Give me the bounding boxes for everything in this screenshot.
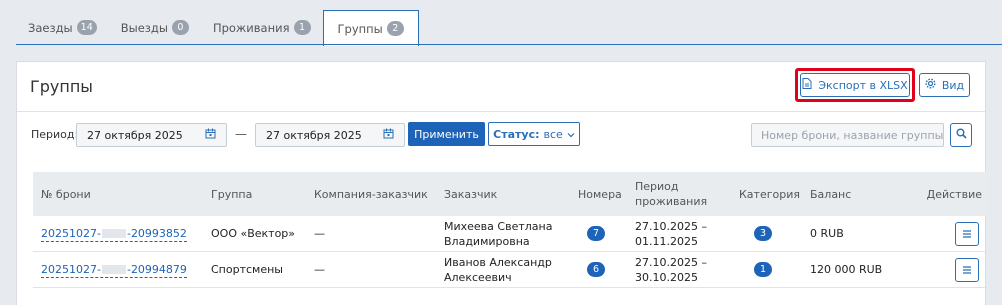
header-balance[interactable]: Баланс	[810, 172, 851, 216]
period-line1: 27.10.2025 –	[635, 219, 707, 233]
tab-groups[interactable]: Группы 2	[322, 10, 419, 46]
date-from-field[interactable]: 27 октября 2025	[76, 123, 227, 147]
tab-stays[interactable]: Проживания 1	[201, 10, 323, 45]
customer-line1: Михеева Светлана	[444, 219, 553, 233]
header-period-line1: Период	[635, 180, 679, 193]
customer-name: Иванов Александр Алексеевич	[444, 252, 552, 287]
menu-icon	[962, 264, 972, 277]
gear-icon	[925, 78, 936, 92]
category-badge: 3	[754, 226, 772, 241]
group-name: Спортсмены	[211, 263, 283, 276]
table-row: 20251027- -20993852 ООО «Вектор» — Михеев…	[33, 216, 987, 252]
redacted-segment	[101, 229, 126, 238]
header-period[interactable]: Период проживания	[635, 172, 707, 216]
tab-departures[interactable]: Выезды 0	[109, 10, 201, 45]
row-menu-button[interactable]	[955, 222, 979, 246]
balance-value: 120 000 RUB	[810, 263, 883, 276]
count-badge: 0	[171, 20, 189, 35]
stay-period: 27.10.2025 – 30.10.2025	[635, 252, 707, 287]
filter-bar: Период: 27 октября 2025 — 27 октября 202…	[17, 122, 985, 148]
tab-divider	[16, 44, 1002, 45]
tab-label: Проживания	[212, 20, 290, 35]
range-dash: —	[235, 127, 247, 141]
file-icon	[802, 78, 812, 92]
company-name: —	[314, 263, 325, 276]
group-name: ООО «Вектор»	[211, 227, 296, 240]
date-to-field[interactable]: 27 октября 2025	[255, 123, 405, 147]
status-dropdown[interactable]: Статус: все	[488, 122, 580, 146]
company-name: —	[314, 227, 325, 240]
row-menu-button[interactable]	[955, 258, 979, 282]
tab-label: Выезды	[120, 20, 168, 35]
header-group[interactable]: Группа	[211, 172, 252, 216]
period-line1: 27.10.2025 –	[635, 255, 707, 269]
search-button[interactable]	[950, 123, 972, 147]
booking-suffix: -20993852	[126, 226, 187, 240]
apply-button[interactable]: Применить	[408, 122, 485, 146]
calendar-icon[interactable]	[205, 128, 216, 142]
booking-prefix: 20251027-	[41, 226, 101, 240]
tab-label: Группы	[337, 21, 383, 36]
date-to-value: 27 октября 2025	[266, 128, 362, 142]
period-line2: 30.10.2025	[635, 270, 698, 284]
redacted-segment	[101, 265, 126, 274]
calendar-icon[interactable]	[383, 128, 394, 142]
category-badge: 1	[754, 262, 772, 277]
rooms-badge: 7	[587, 226, 605, 241]
chevron-down-icon	[567, 128, 575, 141]
category-count: 3	[754, 216, 772, 251]
header-rooms[interactable]: Номера	[578, 172, 622, 216]
customer-line2: Алексеевич	[444, 270, 512, 284]
customer-line2: Владимировна	[444, 234, 530, 248]
count-badge: 14	[76, 20, 97, 35]
customer-line1: Иванов Александр	[444, 255, 552, 269]
period-line2: 01.11.2025	[635, 234, 698, 248]
view-label: Вид	[941, 78, 965, 92]
header-booking[interactable]: № брони	[41, 172, 91, 216]
balance-value: 0 RUB	[810, 227, 844, 240]
status-label: Статус:	[493, 127, 540, 141]
stay-period: 27.10.2025 – 01.11.2025	[635, 216, 707, 251]
view-button[interactable]: Вид	[919, 73, 970, 97]
period-label: Период:	[31, 128, 79, 141]
header-category[interactable]: Категория	[739, 172, 800, 216]
search-icon	[956, 128, 967, 142]
status-value: все	[543, 127, 563, 141]
menu-icon	[962, 228, 972, 241]
header-period-line2: проживания	[635, 195, 708, 208]
booking-number[interactable]: 20251027- -20993852	[41, 226, 187, 242]
tab-arrivals[interactable]: Заезды 14	[16, 10, 109, 45]
tab-label: Заезды	[28, 20, 73, 35]
booking-number[interactable]: 20251027- -20994879	[41, 262, 187, 278]
table-row: 20251027- -20994879 Спортсмены — Иванов А…	[33, 252, 987, 288]
header-customer[interactable]: Заказчик	[444, 172, 497, 216]
count-badge: 2	[386, 21, 404, 36]
rooms-badge: 6	[587, 262, 605, 277]
rooms-count: 6	[587, 252, 605, 287]
rooms-count: 7	[587, 216, 605, 251]
table-header: № брони Группа Компания-заказчик Заказчи…	[33, 172, 987, 216]
header-company[interactable]: Компания-заказчик	[314, 172, 428, 216]
header-action: Действие	[926, 187, 982, 201]
date-from-value: 27 октября 2025	[87, 128, 183, 142]
booking-suffix: -20994879	[126, 262, 187, 276]
booking-prefix: 20251027-	[41, 262, 101, 276]
groups-table: № брони Группа Компания-заказчик Заказчи…	[33, 172, 987, 288]
groups-panel: Группы Экспорт в XLSX Вид Период: 27 окт…	[16, 61, 987, 305]
booking-number-link[interactable]: 20251027- -20994879	[41, 252, 187, 287]
count-badge: 1	[293, 20, 311, 35]
booking-number-link[interactable]: 20251027- -20993852	[41, 216, 187, 251]
tab-bar: Заезды 14 Выезды 0 Проживания 1 Группы 2	[16, 10, 1002, 46]
search-input[interactable]: Номер брони, название группы, з	[751, 123, 944, 147]
panel-header: Группы Экспорт в XLSX Вид	[17, 62, 985, 112]
category-count: 1	[754, 252, 772, 287]
customer-name: Михеева Светлана Владимировна	[444, 216, 552, 251]
page-title: Группы	[30, 77, 93, 96]
export-label: Экспорт в XLSX	[818, 78, 908, 92]
export-xlsx-button[interactable]: Экспорт в XLSX	[800, 73, 910, 97]
